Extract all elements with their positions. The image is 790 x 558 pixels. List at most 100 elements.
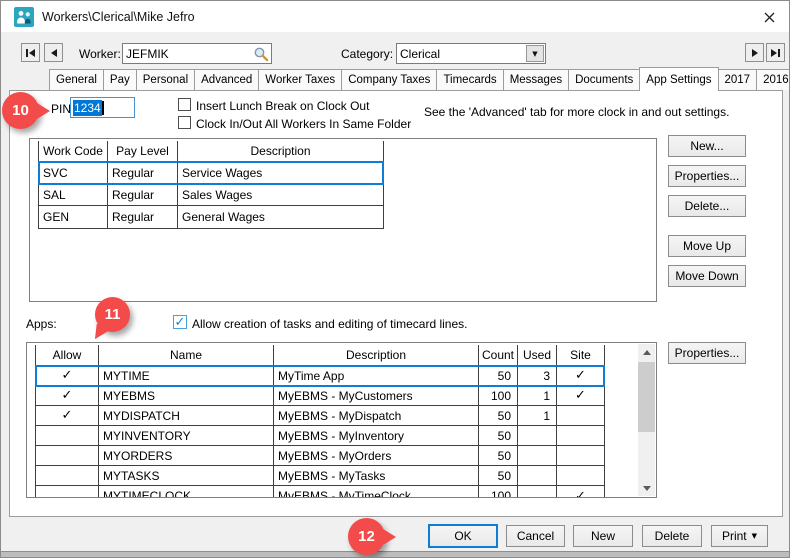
- tab-personal[interactable]: Personal: [136, 69, 195, 90]
- pin-input[interactable]: 1234: [70, 97, 135, 118]
- cell-site: ✓: [557, 386, 604, 405]
- tab-worker-taxes[interactable]: Worker Taxes: [258, 69, 342, 90]
- app-row-myinventory[interactable]: MYINVENTORY MyEBMS - MyInventory 50: [36, 426, 604, 446]
- apps-list[interactable]: Allow Name Description Count Used Site ✓…: [26, 342, 657, 498]
- apps-label: Apps:: [26, 317, 57, 331]
- cell-used: 1: [518, 386, 557, 405]
- column-header-allow: Allow: [36, 345, 99, 366]
- worker-input[interactable]: JEFMIK: [122, 43, 272, 64]
- annotation-10-badge: 10: [2, 92, 39, 129]
- app-row-mytimeclock[interactable]: MYTIMECLOCK MyEBMS - MyTimeClock 100 ✓: [36, 486, 604, 498]
- properties-app-button[interactable]: Properties...: [668, 342, 746, 364]
- tab-messages[interactable]: Messages: [503, 69, 569, 90]
- print-dropdown-icon: ▼: [752, 532, 757, 540]
- column-header-description: Description: [178, 141, 383, 162]
- cell-used: 1: [518, 406, 557, 425]
- app-row-mydispatch[interactable]: ✓ MYDISPATCH MyEBMS - MyDispatch 50 1: [36, 406, 604, 426]
- tab-company-taxes[interactable]: Company Taxes: [341, 69, 437, 90]
- app-row-myebms[interactable]: ✓ MYEBMS MyEBMS - MyCustomers 100 1 ✓: [36, 386, 604, 406]
- previous-record-button[interactable]: [44, 43, 63, 62]
- column-header-used: Used: [518, 345, 557, 366]
- cell-name: MYINVENTORY: [99, 426, 274, 445]
- work-code-row-svc[interactable]: SVC Regular Service Wages: [39, 162, 383, 184]
- delete-work-code-button[interactable]: Delete...: [668, 195, 746, 217]
- cell-allow: [36, 446, 99, 465]
- category-label: Category:: [341, 47, 393, 61]
- cell-used: [518, 426, 557, 445]
- tab-app-settings[interactable]: App Settings: [639, 67, 718, 91]
- next-record-button[interactable]: [745, 43, 764, 62]
- insert-lunch-break-checkbox[interactable]: [178, 98, 191, 111]
- clock-all-workers-checkbox[interactable]: [178, 116, 191, 129]
- cell-description: MyEBMS - MyTimeClock: [274, 486, 479, 498]
- new-work-code-button[interactable]: New...: [668, 135, 746, 157]
- apps-grid: Allow Name Description Count Used Site ✓…: [35, 345, 605, 498]
- move-up-button[interactable]: Move Up: [668, 235, 746, 257]
- work-codes-grid: Work Code Pay Level Description SVC Regu…: [38, 141, 384, 229]
- tab-2016[interactable]: 2016: [756, 69, 790, 90]
- category-select[interactable]: Clerical ▼: [396, 43, 546, 64]
- cell-site: [557, 406, 604, 425]
- cell-work-code: GEN: [39, 206, 108, 228]
- work-code-row-gen[interactable]: GEN Regular General Wages: [39, 206, 383, 228]
- next-record-icon: [752, 49, 758, 57]
- app-row-mytime[interactable]: ✓ MYTIME MyTime App 50 3 ✓: [36, 366, 604, 386]
- worker-label: Worker:: [79, 47, 121, 61]
- scrollbar-thumb[interactable]: [638, 362, 655, 432]
- app-row-myorders[interactable]: MYORDERS MyEBMS - MyOrders 50: [36, 446, 604, 466]
- tab-documents[interactable]: Documents: [568, 69, 640, 90]
- scrollbar-down-icon[interactable]: [638, 480, 655, 496]
- annotation-12-badge: 12: [348, 518, 385, 555]
- cell-description: MyEBMS - MyDispatch: [274, 406, 479, 425]
- delete-button[interactable]: Delete: [642, 525, 702, 547]
- cell-name: MYEBMS: [99, 386, 274, 405]
- close-icon[interactable]: [761, 9, 777, 25]
- app-row-mytasks[interactable]: MYTASKS MyEBMS - MyTasks 50: [36, 466, 604, 486]
- first-record-button[interactable]: [21, 43, 40, 62]
- tab-advanced[interactable]: Advanced: [194, 69, 259, 90]
- first-record-icon: [26, 49, 28, 57]
- work-codes-header: Work Code Pay Level Description: [39, 141, 383, 162]
- tab-timecards[interactable]: Timecards: [436, 69, 503, 90]
- tab-2017[interactable]: 2017: [718, 69, 758, 90]
- cell-site: [557, 466, 604, 485]
- cell-allow: ✓: [36, 366, 99, 385]
- tab-general[interactable]: General: [49, 69, 104, 90]
- print-button[interactable]: Print ▼: [711, 525, 768, 547]
- worker-dialog-window: Workers\Clerical\Mike Jefro Worker: JEFM…: [0, 0, 790, 558]
- clock-all-workers-label: Clock In/Out All Workers In Same Folder: [196, 117, 411, 131]
- cell-count: 50: [479, 446, 518, 465]
- allow-tasks-checkbox[interactable]: ✓: [173, 315, 187, 329]
- new-button[interactable]: New: [573, 525, 633, 547]
- cell-description: MyEBMS - MyTasks: [274, 466, 479, 485]
- cell-site: ✓: [557, 366, 604, 385]
- scrollbar-up-icon[interactable]: [638, 344, 655, 360]
- cell-description: MyTime App: [274, 366, 479, 385]
- cell-allow: [36, 486, 99, 498]
- cell-description: MyEBMS - MyOrders: [274, 446, 479, 465]
- apps-scrollbar[interactable]: [638, 344, 655, 496]
- work-codes-list[interactable]: Work Code Pay Level Description SVC Regu…: [29, 138, 657, 302]
- cell-used: [518, 466, 557, 485]
- tab-pay[interactable]: Pay: [103, 69, 137, 90]
- insert-lunch-break-label: Insert Lunch Break on Clock Out: [196, 99, 369, 113]
- cell-pay-level: Regular: [108, 184, 178, 205]
- cancel-button[interactable]: Cancel: [506, 525, 565, 547]
- cell-count: 50: [479, 466, 518, 485]
- cell-used: [518, 446, 557, 465]
- last-record-button[interactable]: [766, 43, 785, 62]
- workers-app-icon: [14, 7, 34, 27]
- move-down-button[interactable]: Move Down: [668, 265, 746, 287]
- work-code-row-sal[interactable]: SAL Regular Sales Wages: [39, 184, 383, 206]
- chevron-down-icon: ▼: [532, 50, 537, 58]
- category-dropdown-button[interactable]: ▼: [526, 45, 544, 62]
- cell-site: [557, 446, 604, 465]
- search-icon[interactable]: [253, 46, 269, 62]
- column-header-pay-level: Pay Level: [108, 141, 178, 162]
- cell-used: 3: [518, 366, 557, 385]
- print-button-label: Print: [722, 529, 747, 543]
- ok-button[interactable]: OK: [428, 524, 498, 548]
- cell-allow: ✓: [36, 406, 99, 425]
- window-title: Workers\Clerical\Mike Jefro: [42, 10, 195, 24]
- properties-work-code-button[interactable]: Properties...: [668, 165, 746, 187]
